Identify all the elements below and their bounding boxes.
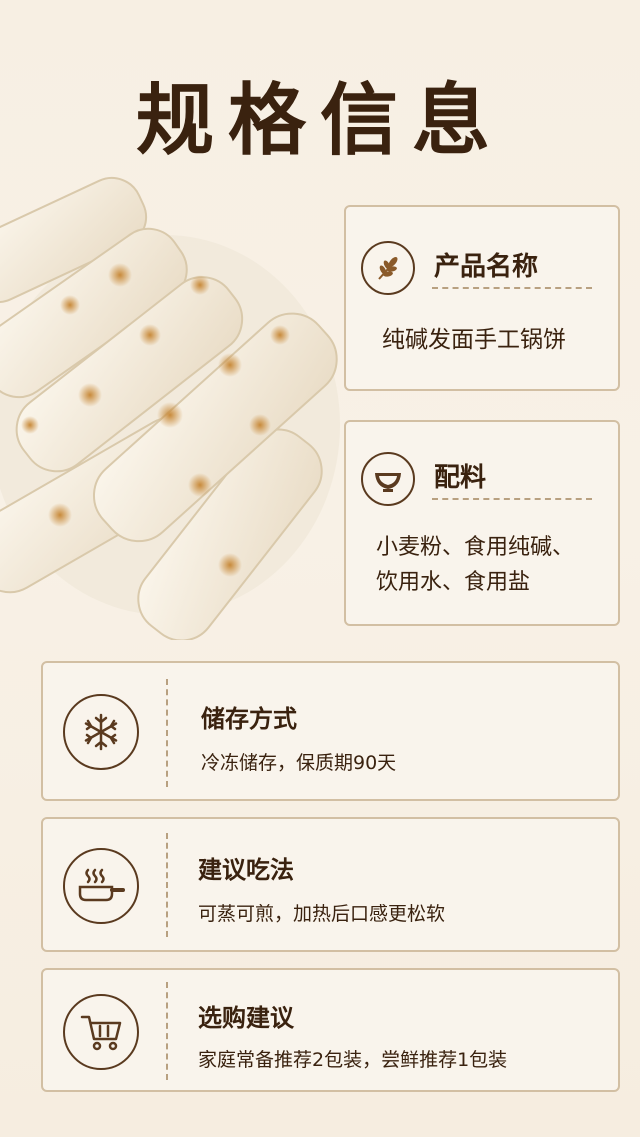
storage-card: 储存方式 冷冻储存，保质期90天 [41, 661, 620, 801]
ingredients-card: 配料 小麦粉、食用纯碱、 饮用水、食用盐 [344, 420, 620, 626]
ingredients-line-2: 饮用水、食用盐 [376, 570, 531, 595]
ingredients-label: 配料 [434, 463, 487, 493]
product-name-card: 产品名称 纯碱发面手工锅饼 [344, 205, 620, 391]
snowflake-icon [63, 694, 139, 770]
divider [166, 679, 168, 787]
purchase-value: 家庭常备推荐2包装，尝鲜推荐1包装 [198, 1049, 508, 1071]
product-name-value: 纯碱发面手工锅饼 [382, 327, 566, 353]
eating-value: 可蒸可煎，加热后口感更松软 [198, 903, 446, 925]
bowl-icon [361, 452, 415, 506]
divider [432, 287, 592, 289]
divider [432, 498, 592, 500]
divider [166, 833, 168, 937]
flatbread-photo [0, 176, 340, 640]
wheat-icon [361, 241, 415, 295]
product-name-label: 产品名称 [434, 252, 539, 282]
purchase-label: 选购建议 [198, 1004, 294, 1032]
ingredients-line-1: 小麦粉、食用纯碱、 [376, 535, 575, 560]
frying-pan-icon [63, 848, 139, 924]
eating-card: 建议吃法 可蒸可煎，加热后口感更松软 [41, 817, 620, 952]
storage-value: 冷冻储存，保质期90天 [201, 752, 397, 774]
page-title: 规格信息 [135, 75, 504, 166]
divider [166, 982, 168, 1080]
shopping-cart-icon [63, 994, 139, 1070]
purchase-card: 选购建议 家庭常备推荐2包装，尝鲜推荐1包装 [41, 968, 620, 1092]
storage-label: 储存方式 [201, 705, 297, 733]
eating-label: 建议吃法 [198, 856, 294, 884]
